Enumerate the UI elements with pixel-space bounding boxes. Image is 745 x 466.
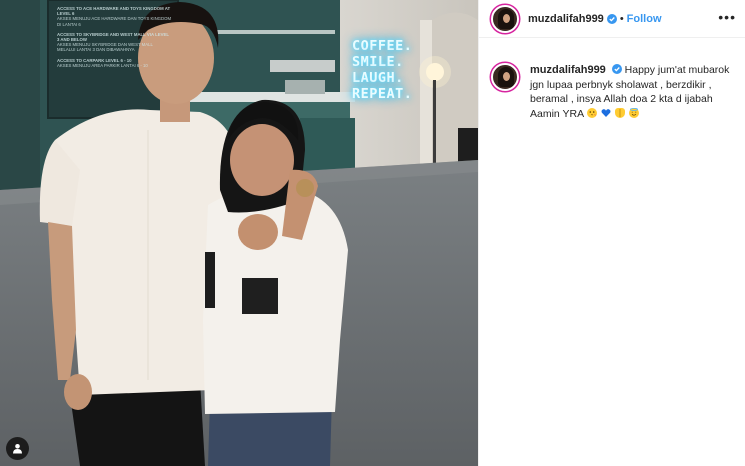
tagged-users-icon[interactable] [6, 437, 29, 460]
caption-body: muzdalifah999 Happy jum'at mubarok jgn l… [530, 63, 730, 121]
neon-line: COFFEE. [352, 38, 413, 54]
neon-line: REPEAT. [352, 86, 413, 102]
board-entry: ACCESS TO SKYBRIDGE AND WEST MALL VIA LE… [57, 31, 169, 53]
board-entry: ACCESS TO ACE HARDWARE AND TOYS KINGDOM … [57, 6, 172, 27]
smiling-face-with-halo-icon [629, 107, 640, 118]
kiss-face-icon [587, 107, 598, 118]
post-photo[interactable]: ACCESS TO ACE HARDWARE AND TOYS KINGDOM … [0, 0, 478, 466]
caption-comment: muzdalifah999 Happy jum'at mubarok jgn l… [479, 38, 745, 121]
caption-username[interactable]: muzdalifah999 [530, 64, 606, 76]
blue-heart-icon [601, 108, 611, 118]
verified-badge-icon [606, 13, 617, 24]
caption-avatar[interactable] [491, 63, 519, 91]
header-separator: • [619, 12, 624, 25]
post-header: muzdalifah999 • Follow ••• [479, 0, 745, 38]
folded-hands-icon [615, 107, 626, 118]
verified-badge-icon [611, 64, 622, 74]
person-icon [13, 444, 22, 454]
neon-sign: COFFEE. SMILE. LAUGH. REPEAT. [352, 38, 422, 102]
post-side-panel: muzdalifah999 • Follow ••• muzdalifah999… [478, 0, 745, 466]
neon-line: LAUGH. [352, 70, 404, 86]
follow-button[interactable]: Follow [627, 13, 662, 25]
author-avatar[interactable] [491, 4, 519, 33]
author-username[interactable]: muzdalifah999 [528, 13, 604, 25]
more-options-icon[interactable]: ••• [718, 10, 736, 24]
board-entry: ACCESS TO CARPARK LEVEL 6 - 10 AKSES MENU… [57, 57, 148, 68]
neon-line: SMILE. [352, 54, 404, 70]
direction-board: ACCESS TO ACE HARDWARE AND TOYS KINGDOM … [57, 6, 172, 73]
